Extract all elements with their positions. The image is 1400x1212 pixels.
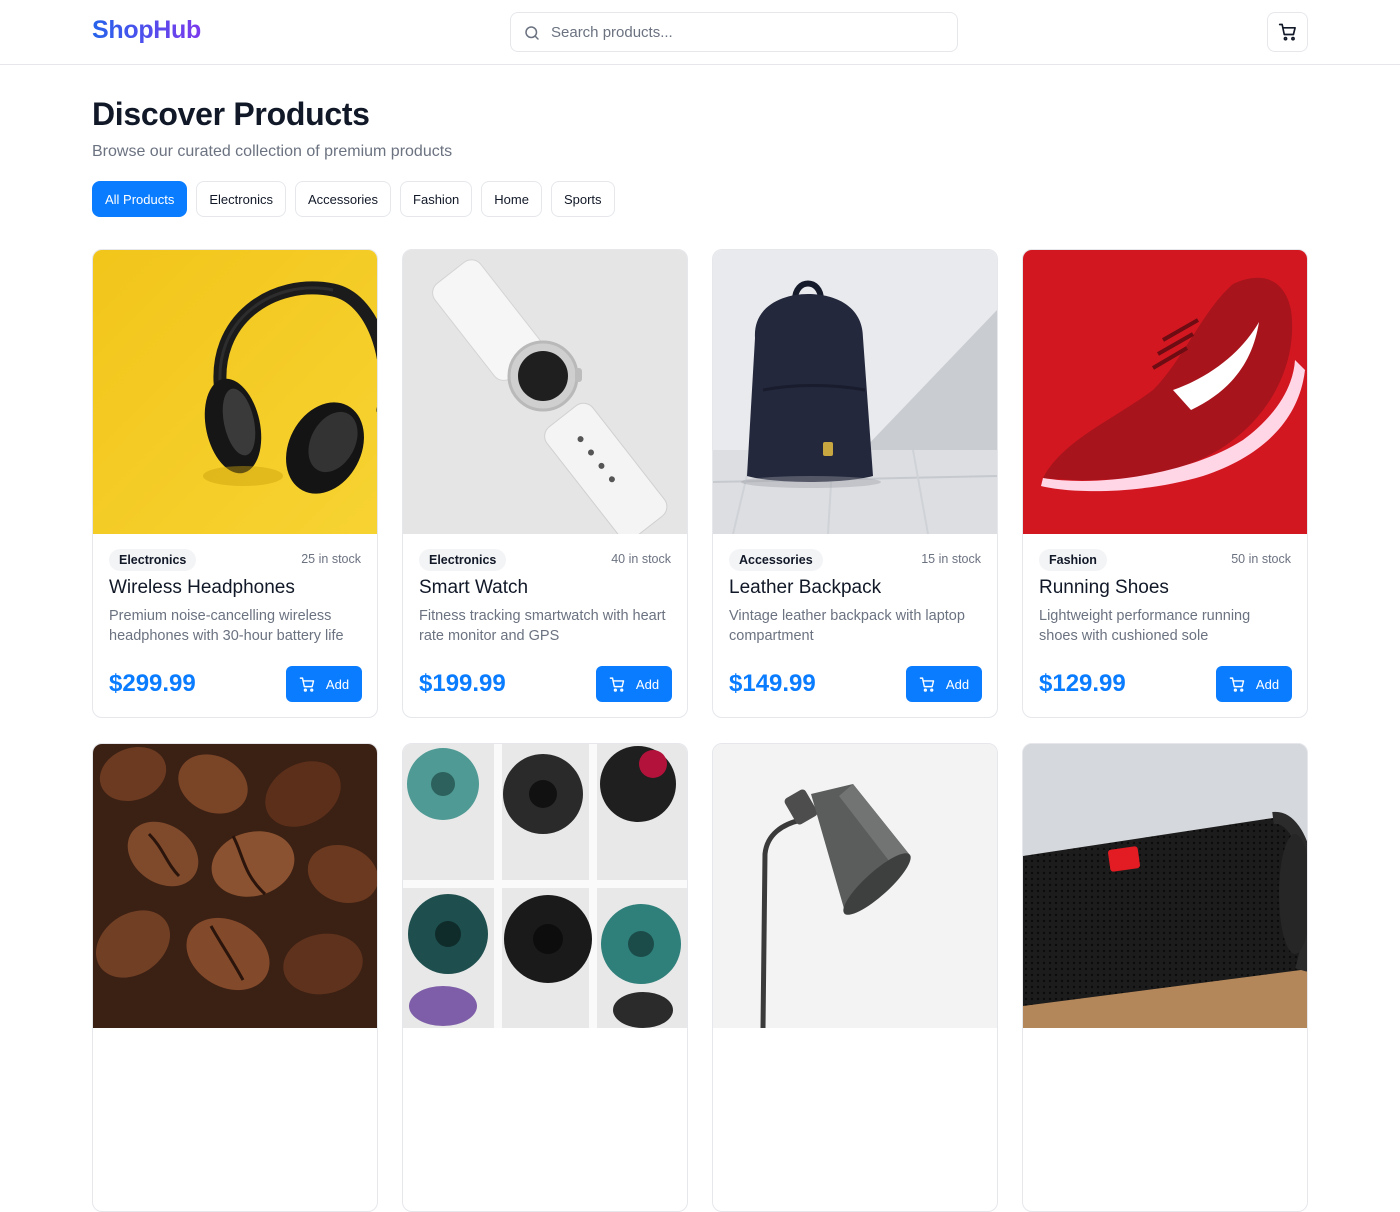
product-image-backpack[interactable] — [713, 250, 997, 534]
product-image-coffee-beans[interactable] — [93, 744, 377, 1028]
product-card[interactable]: Electronics 40 in stock Smart Watch Fitn… — [402, 249, 688, 718]
add-button-label: Add — [635, 676, 660, 692]
category-badge: Electronics — [109, 549, 197, 571]
product-image-bluetooth-speaker[interactable] — [1023, 744, 1307, 1028]
product-card[interactable] — [402, 743, 688, 1212]
page-title: Discover Products — [92, 96, 370, 132]
category-badge: Electronics — [419, 549, 507, 571]
product-image-headphones[interactable] — [93, 250, 377, 534]
product-card[interactable]: Electronics 25 in stock Wireless Headpho… — [92, 249, 378, 718]
stock-count: 40 in stock — [611, 552, 671, 566]
filter-all-products[interactable]: All Products — [92, 181, 188, 217]
product-card[interactable]: Accessories 15 in stock Leather Backpack… — [712, 249, 998, 718]
product-price: $299.99 — [109, 670, 196, 697]
cart-button[interactable] — [1267, 12, 1308, 52]
product-meta: Electronics 40 in stock — [419, 548, 671, 572]
add-to-cart-button[interactable]: Add — [1216, 666, 1292, 702]
shopping-cart-icon — [919, 676, 935, 692]
filter-fashion[interactable]: Fashion — [400, 181, 473, 217]
product-price: $199.99 — [419, 670, 506, 697]
add-button-label: Add — [1255, 676, 1280, 692]
product-card[interactable] — [1022, 743, 1308, 1212]
product-name[interactable]: Leather Backpack — [729, 577, 881, 599]
search-box[interactable] — [510, 12, 958, 52]
product-card[interactable]: Fashion 50 in stock Running Shoes Lightw… — [1022, 249, 1308, 718]
product-description: Fitness tracking smartwatch with heart r… — [419, 608, 666, 644]
add-button-label: Add — [945, 676, 970, 692]
shopping-cart-icon — [1229, 676, 1245, 692]
product-name[interactable]: Smart Watch — [419, 577, 528, 599]
category-filters: All Products Electronics Accessories Fas… — [92, 181, 615, 217]
product-description: Premium noise-cancelling wireless headph… — [109, 608, 344, 644]
product-description: Vintage leather backpack with laptop com… — [729, 608, 965, 644]
product-image-smartwatch[interactable] — [403, 250, 687, 534]
shopping-cart-icon — [299, 676, 315, 692]
product-description: Lightweight performance running shoes wi… — [1039, 608, 1251, 644]
product-image-yoga-mats[interactable] — [403, 744, 687, 1028]
add-to-cart-button[interactable]: Add — [906, 666, 982, 702]
add-button-label: Add — [325, 676, 350, 692]
brand-logo[interactable]: ShopHub — [92, 16, 201, 45]
page-subtitle: Browse our curated collection of premium… — [92, 143, 453, 160]
product-card[interactable] — [92, 743, 378, 1212]
stock-count: 25 in stock — [301, 552, 361, 566]
filter-electronics[interactable]: Electronics — [196, 181, 286, 217]
filter-accessories[interactable]: Accessories — [294, 181, 392, 217]
product-meta: Electronics 25 in stock — [109, 548, 361, 572]
filter-home[interactable]: Home — [481, 181, 542, 217]
search-input[interactable] — [551, 13, 951, 51]
add-to-cart-button[interactable]: Add — [286, 666, 362, 702]
product-price: $129.99 — [1039, 670, 1126, 697]
product-meta: Fashion 50 in stock — [1039, 548, 1291, 572]
product-price: $149.99 — [729, 670, 816, 697]
top-navbar: ShopHub — [0, 0, 1400, 65]
add-to-cart-button[interactable]: Add — [596, 666, 672, 702]
product-card[interactable] — [712, 743, 998, 1212]
category-badge: Accessories — [729, 549, 823, 571]
product-meta: Accessories 15 in stock — [729, 548, 981, 572]
product-image-desk-lamp[interactable] — [713, 744, 997, 1028]
category-badge: Fashion — [1039, 549, 1107, 571]
search-icon — [525, 26, 539, 40]
product-name[interactable]: Running Shoes — [1039, 577, 1169, 599]
stock-count: 15 in stock — [921, 552, 981, 566]
filter-sports[interactable]: Sports — [550, 181, 615, 217]
shopping-cart-icon — [1278, 23, 1296, 41]
stock-count: 50 in stock — [1231, 552, 1291, 566]
product-image-running-shoe[interactable] — [1023, 250, 1307, 534]
shopping-cart-icon — [609, 676, 625, 692]
product-name[interactable]: Wireless Headphones — [109, 577, 295, 599]
